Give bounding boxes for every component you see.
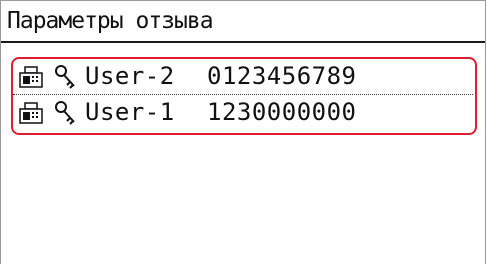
entry-name: User-1 [85,98,175,126]
title-bar: Параметры отзыва [1,1,485,43]
key-icon [55,101,75,125]
list-item[interactable]: User-1 1230000000 [13,95,473,131]
page-title: Параметры отзыва [7,8,214,34]
display-panel: Параметры отзыва User-2 0123456789 User-… [0,0,486,264]
list-item[interactable]: User-2 0123456789 [13,59,473,95]
fax-icon [19,66,43,88]
entry-number: 1230000000 [207,98,357,126]
fax-icon [19,102,43,124]
entry-number: 0123456789 [207,62,357,90]
key-icon [55,65,75,89]
entry-name: User-2 [85,62,175,90]
